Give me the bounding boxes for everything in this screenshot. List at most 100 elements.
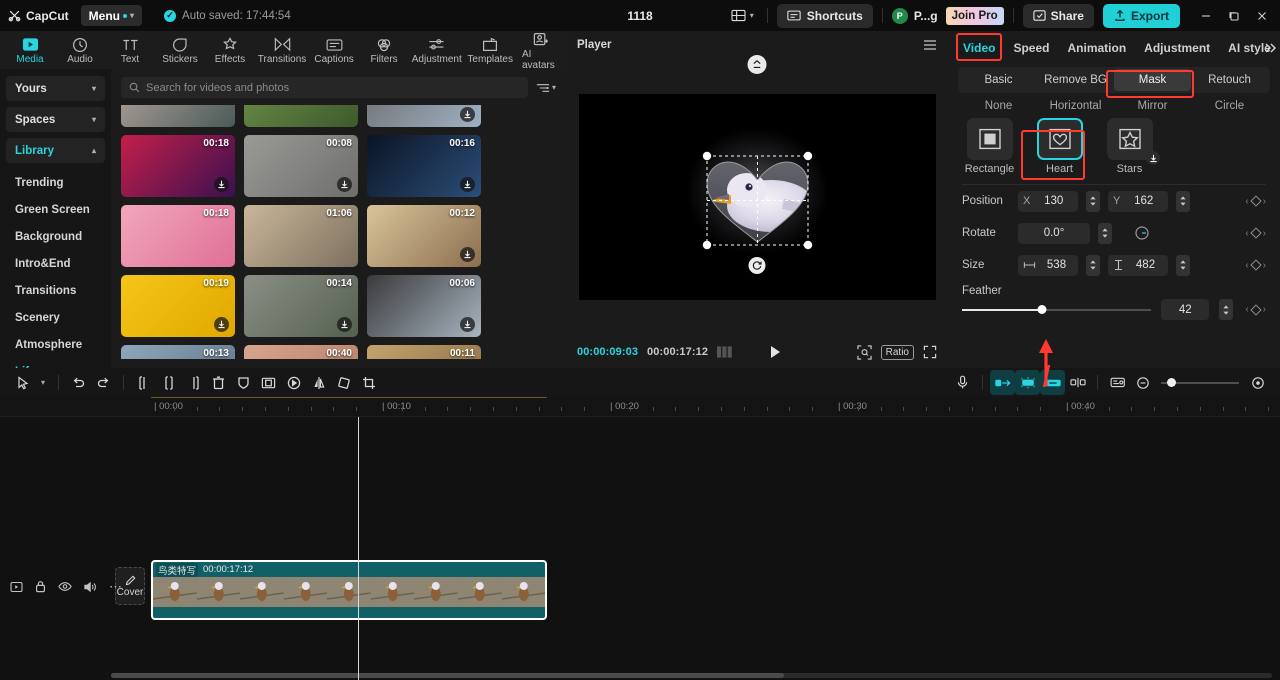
download-icon[interactable] — [214, 177, 229, 192]
cursor-dropdown-icon[interactable]: ▾ — [35, 370, 51, 395]
timeline-clip[interactable]: 鸟类特写 00:00:17:12 — [151, 560, 547, 620]
keyframe-next-icon[interactable]: › — [1263, 228, 1266, 239]
mask-shape-heart[interactable]: Heart — [1032, 118, 1087, 175]
download-icon[interactable] — [460, 247, 475, 262]
mask-shape-rectangle[interactable]: Rectangle — [962, 118, 1017, 175]
rotate-field[interactable]: 0.0° — [1018, 222, 1090, 244]
playhead[interactable] — [358, 417, 360, 680]
rotate-keyframe-control[interactable]: ‹ › — [1245, 227, 1266, 239]
profile-button[interactable]: P P...g — [891, 7, 938, 24]
clip-edit-icon[interactable] — [990, 370, 1015, 395]
size-height-stepper[interactable] — [1176, 254, 1190, 276]
keyframe-prev-icon[interactable]: ‹ — [1245, 304, 1248, 315]
mode-tab-text[interactable]: Text — [106, 34, 154, 66]
video-track-icon[interactable] — [10, 581, 23, 593]
freeze-icon[interactable] — [281, 370, 306, 395]
crop-icon[interactable] — [356, 370, 381, 395]
zoom-fit-icon[interactable] — [857, 344, 872, 360]
size-keyframe-control[interactable]: ‹ › — [1245, 259, 1266, 271]
frames-icon[interactable] — [717, 346, 732, 358]
slider-knob[interactable] — [1037, 305, 1046, 314]
mode-tab-ai-avatars[interactable]: AI avatars — [517, 29, 566, 72]
keyframe-prev-icon[interactable]: ‹ — [1245, 260, 1248, 271]
zoom-in-icon[interactable] — [1245, 370, 1270, 395]
preview-canvas[interactable] — [578, 94, 936, 300]
feather-keyframe-control[interactable]: ‹ › — [1245, 303, 1266, 316]
download-icon[interactable] — [460, 317, 475, 332]
filter-button[interactable]: ▾ — [536, 82, 556, 94]
auto-cut-icon[interactable] — [1015, 370, 1040, 395]
rotate-stepper[interactable] — [1098, 222, 1112, 244]
media-thumbnail[interactable] — [367, 105, 481, 127]
size-height-field[interactable]: 482 — [1108, 254, 1168, 276]
trim-left-icon[interactable] — [156, 370, 181, 395]
mode-tab-stickers[interactable]: Stickers — [156, 34, 204, 66]
mask-type-circle[interactable]: Circle — [1191, 100, 1268, 112]
keyframe-next-icon[interactable]: › — [1263, 260, 1266, 271]
position-y-field[interactable]: Y 162 — [1108, 190, 1168, 212]
microphone-icon[interactable] — [950, 370, 975, 395]
delete-icon[interactable] — [206, 370, 231, 395]
download-icon[interactable] — [460, 177, 475, 192]
zoom-slider-knob[interactable] — [1167, 378, 1176, 387]
trim-right-icon[interactable] — [181, 370, 206, 395]
search-input[interactable] — [121, 77, 528, 98]
keyframe-prev-icon[interactable]: ‹ — [1245, 196, 1248, 207]
media-thumbnail[interactable]: 00:16 — [367, 135, 481, 197]
chevron-right-icon[interactable] — [1262, 42, 1278, 54]
position-x-stepper[interactable] — [1086, 190, 1100, 212]
position-x-field[interactable]: X 130 — [1018, 190, 1078, 212]
download-icon[interactable] — [214, 317, 229, 332]
media-thumbnail[interactable] — [121, 105, 235, 127]
sidebar-item-atmosphere[interactable]: Atmosphere — [6, 331, 105, 358]
clip-link-icon[interactable] — [1040, 370, 1065, 395]
shortcuts-button[interactable]: Shortcuts — [776, 3, 873, 28]
mode-tab-effects[interactable]: Effects — [206, 34, 254, 66]
mode-tab-media[interactable]: Media — [6, 34, 54, 66]
inspector-tab-adjustment[interactable]: Adjustment — [1135, 31, 1219, 64]
sidebar-item-transitions[interactable]: Transitions — [6, 277, 105, 304]
media-thumbnail[interactable]: 00:11 — [367, 345, 481, 359]
eye-icon[interactable] — [58, 581, 72, 592]
timeline-ruler[interactable]: | 00:00 | 00:10 | 00:20 | 00:30 | 00:40 — [0, 397, 1280, 417]
mode-tab-captions[interactable]: Captions — [310, 34, 358, 66]
mode-tab-templates[interactable]: Templates — [465, 34, 515, 66]
search-field[interactable] — [146, 81, 520, 94]
media-thumbnail[interactable]: 00:40 — [244, 345, 358, 359]
mask-type-mirror[interactable]: Mirror — [1114, 100, 1191, 112]
zoom-slider[interactable] — [1161, 377, 1239, 389]
mode-tab-transitions[interactable]: Transitions — [256, 34, 308, 66]
sidebar-item-scenery[interactable]: Scenery — [6, 304, 105, 331]
segment-remove-bg[interactable]: Remove BG — [1037, 69, 1114, 91]
download-icon[interactable] — [460, 107, 475, 122]
mirror-icon[interactable] — [306, 370, 331, 395]
media-thumbnail[interactable]: 00:18 — [121, 135, 235, 197]
play-icon[interactable] — [769, 345, 782, 359]
keyframe-next-icon[interactable]: › — [1263, 196, 1266, 207]
export-button[interactable]: Export — [1102, 3, 1180, 28]
mask-shape-stars[interactable]: Stars — [1102, 118, 1160, 175]
feather-value-field[interactable]: 42 — [1161, 299, 1210, 320]
media-thumbnail[interactable] — [244, 105, 358, 127]
size-width-field[interactable]: 538 — [1018, 254, 1078, 276]
download-icon[interactable] — [1146, 151, 1160, 165]
inspector-tab-speed[interactable]: Speed — [1004, 31, 1058, 64]
zoom-out-icon[interactable] — [1130, 370, 1155, 395]
media-thumbnail[interactable]: 00:06 — [367, 275, 481, 337]
keyframe-diamond-icon[interactable] — [1249, 303, 1262, 316]
sidebar-group-spaces[interactable]: Spaces ▾ — [6, 107, 105, 132]
join-pro-button[interactable]: Join Pro — [945, 6, 1004, 25]
split-icon[interactable] — [131, 370, 156, 395]
sidebar-item-green-screen[interactable]: Green Screen — [6, 196, 105, 223]
keyframe-next-icon[interactable]: › — [1263, 304, 1266, 315]
download-icon[interactable] — [337, 317, 352, 332]
mask-type-horizontal[interactable]: Horizontal — [1037, 100, 1114, 112]
position-keyframe-control[interactable]: ‹ › — [1245, 195, 1266, 207]
inspector-tab-animation[interactable]: Animation — [1058, 31, 1135, 64]
share-button[interactable]: Share — [1022, 3, 1094, 28]
inspector-tab-video[interactable]: Video — [954, 31, 1004, 64]
position-y-stepper[interactable] — [1176, 190, 1190, 212]
rotate-icon[interactable] — [748, 257, 766, 274]
keyframe-diamond-icon[interactable] — [1249, 195, 1262, 207]
media-thumbnail[interactable]: 00:19 — [121, 275, 235, 337]
